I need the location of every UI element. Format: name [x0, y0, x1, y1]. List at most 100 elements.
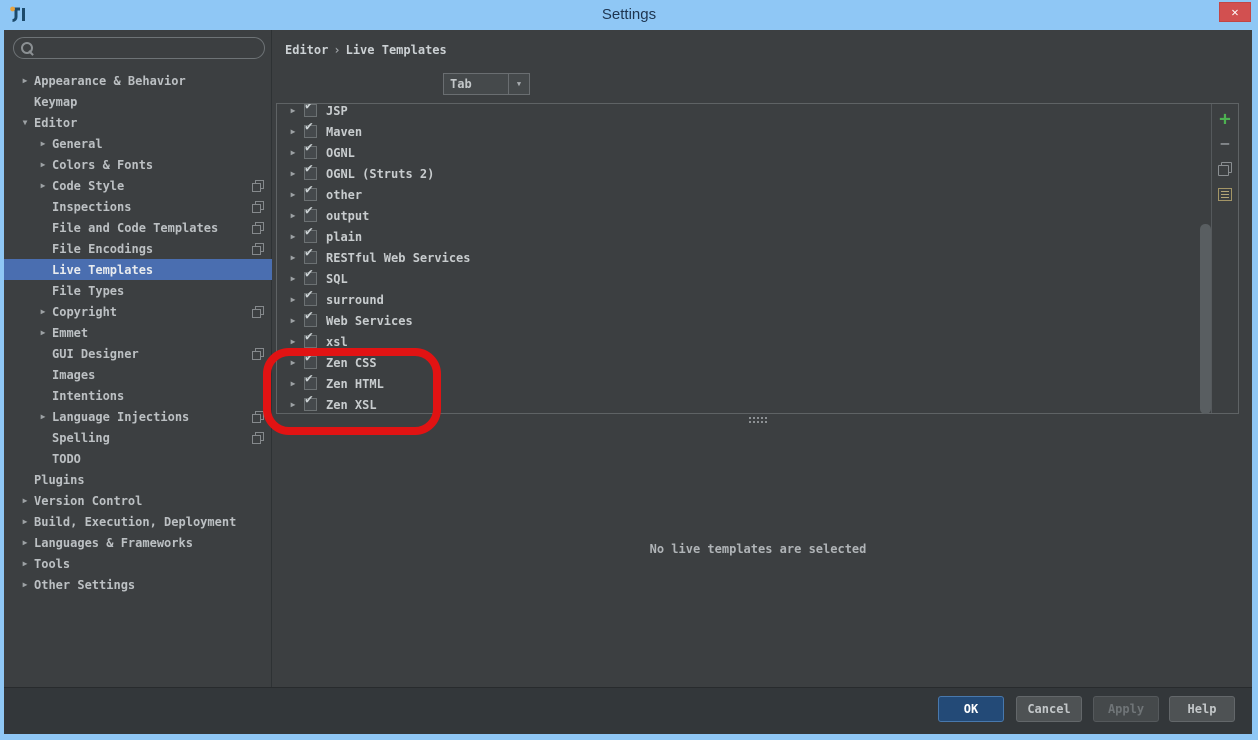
cancel-button[interactable]: Cancel: [1016, 696, 1082, 722]
breadcrumb-editor[interactable]: Editor: [285, 43, 328, 57]
chevron-collapsed-icon[interactable]: ▶: [285, 253, 301, 262]
chevron-collapsed-icon[interactable]: ▶: [285, 379, 301, 388]
remove-template-button[interactable]: −: [1215, 134, 1235, 154]
chevron-collapsed-icon[interactable]: ▶: [18, 76, 32, 85]
group-checkbox[interactable]: ✔: [304, 251, 317, 264]
template-group-row-sql[interactable]: ▶✔SQL: [277, 268, 1211, 289]
sidebar-item-spelling[interactable]: Spelling: [4, 427, 272, 448]
group-checkbox[interactable]: ✔: [304, 167, 317, 180]
group-checkbox[interactable]: ✔: [304, 272, 317, 285]
chevron-down-icon[interactable]: ▼: [508, 74, 529, 94]
apply-button[interactable]: Apply: [1093, 696, 1159, 722]
group-checkbox[interactable]: ✔: [304, 188, 317, 201]
sidebar-item-label: Languages & Frameworks: [34, 536, 193, 550]
template-group-row-other[interactable]: ▶✔other: [277, 184, 1211, 205]
sidebar-item-file-types[interactable]: File Types: [4, 280, 272, 301]
chevron-collapsed-icon[interactable]: ▶: [36, 160, 50, 169]
close-window-button[interactable]: ✕: [1219, 2, 1251, 22]
sidebar-item-file-encodings[interactable]: File Encodings: [4, 238, 272, 259]
group-checkbox[interactable]: ✔: [304, 293, 317, 306]
chevron-collapsed-icon[interactable]: ▶: [18, 517, 32, 526]
chevron-collapsed-icon[interactable]: ▶: [285, 232, 301, 241]
sidebar-item-code-style[interactable]: ▶Code Style: [4, 175, 272, 196]
group-checkbox[interactable]: ✔: [304, 356, 317, 369]
sidebar-item-inspections[interactable]: Inspections: [4, 196, 272, 217]
sidebar-item-keymap[interactable]: Keymap: [4, 91, 272, 112]
help-button[interactable]: Help: [1169, 696, 1235, 722]
sidebar-item-images[interactable]: Images: [4, 364, 272, 385]
chevron-collapsed-icon[interactable]: ▶: [18, 496, 32, 505]
splitter-drag-handle[interactable]: [747, 416, 769, 424]
chevron-collapsed-icon[interactable]: ▶: [36, 181, 50, 190]
sidebar-item-intentions[interactable]: Intentions: [4, 385, 272, 406]
sidebar-item-copyright[interactable]: ▶Copyright: [4, 301, 272, 322]
template-group-row-output[interactable]: ▶✔output: [277, 205, 1211, 226]
sidebar-item-todo[interactable]: TODO: [4, 448, 272, 469]
group-checkbox[interactable]: ✔: [304, 230, 317, 243]
template-group-row-zen-html[interactable]: ▶✔Zen HTML: [277, 373, 1211, 394]
chevron-collapsed-icon[interactable]: ▶: [36, 412, 50, 421]
chevron-collapsed-icon[interactable]: ▶: [285, 400, 301, 409]
chevron-collapsed-icon[interactable]: ▶: [285, 358, 301, 367]
add-template-button[interactable]: +: [1215, 109, 1235, 129]
vertical-scrollbar-thumb[interactable]: [1200, 224, 1211, 414]
chevron-collapsed-icon[interactable]: ▶: [285, 295, 301, 304]
sidebar-item-file-and-code-templates[interactable]: File and Code Templates: [4, 217, 272, 238]
template-group-row-surround[interactable]: ▶✔surround: [277, 289, 1211, 310]
sidebar-item-language-injections[interactable]: ▶Language Injections: [4, 406, 272, 427]
chevron-expanded-icon[interactable]: ▼: [18, 118, 32, 127]
sidebar-item-tools[interactable]: ▶Tools: [4, 553, 272, 574]
group-checkbox[interactable]: ✔: [304, 314, 317, 327]
chevron-collapsed-icon[interactable]: ▶: [285, 211, 301, 220]
chevron-collapsed-icon[interactable]: ▶: [36, 307, 50, 316]
group-checkbox[interactable]: ✔: [304, 335, 317, 348]
search-input[interactable]: [34, 41, 264, 55]
group-checkbox[interactable]: ✔: [304, 209, 317, 222]
sidebar-item-emmet[interactable]: ▶Emmet: [4, 322, 272, 343]
group-checkbox[interactable]: ✔: [304, 104, 317, 117]
chevron-collapsed-icon[interactable]: ▶: [285, 106, 301, 115]
template-group-row-restful-web-services[interactable]: ▶✔RESTful Web Services: [277, 247, 1211, 268]
template-group-row-ognl-struts-2[interactable]: ▶✔OGNL (Struts 2): [277, 163, 1211, 184]
chevron-collapsed-icon[interactable]: ▶: [18, 559, 32, 568]
sidebar-item-general[interactable]: ▶General: [4, 133, 272, 154]
chevron-collapsed-icon[interactable]: ▶: [285, 169, 301, 178]
sidebar-item-languages-frameworks[interactable]: ▶Languages & Frameworks: [4, 532, 272, 553]
restore-defaults-button[interactable]: [1215, 184, 1235, 204]
chevron-collapsed-icon[interactable]: ▶: [18, 580, 32, 589]
chevron-collapsed-icon[interactable]: ▶: [36, 328, 50, 337]
template-group-row-web-services[interactable]: ▶✔Web Services: [277, 310, 1211, 331]
sidebar-item-plugins[interactable]: Plugins: [4, 469, 272, 490]
template-group-row-xsl[interactable]: ▶✔xsl: [277, 331, 1211, 352]
chevron-collapsed-icon[interactable]: ▶: [285, 148, 301, 157]
group-checkbox[interactable]: ✔: [304, 398, 317, 411]
duplicate-template-button[interactable]: [1215, 159, 1235, 179]
chevron-collapsed-icon[interactable]: ▶: [285, 337, 301, 346]
template-group-row-zen-xsl[interactable]: ▶✔Zen XSL: [277, 394, 1211, 413]
sidebar-item-gui-designer[interactable]: GUI Designer: [4, 343, 272, 364]
group-checkbox[interactable]: ✔: [304, 377, 317, 390]
sidebar-item-other-settings[interactable]: ▶Other Settings: [4, 574, 272, 595]
chevron-collapsed-icon[interactable]: ▶: [285, 127, 301, 136]
group-checkbox[interactable]: ✔: [304, 125, 317, 138]
sidebar-item-colors-fonts[interactable]: ▶Colors & Fonts: [4, 154, 272, 175]
template-group-row-maven[interactable]: ▶✔Maven: [277, 121, 1211, 142]
sidebar-item-appearance-behavior[interactable]: ▶Appearance & Behavior: [4, 70, 272, 91]
settings-search-box[interactable]: [13, 37, 265, 59]
sidebar-item-live-templates[interactable]: Live Templates: [4, 259, 272, 280]
chevron-collapsed-icon[interactable]: ▶: [285, 274, 301, 283]
expand-with-combobox[interactable]: Tab ▼: [443, 73, 530, 95]
template-group-row-ognl[interactable]: ▶✔OGNL: [277, 142, 1211, 163]
template-group-row-zen-css[interactable]: ▶✔Zen CSS: [277, 352, 1211, 373]
sidebar-item-build-execution-deployment[interactable]: ▶Build, Execution, Deployment: [4, 511, 272, 532]
chevron-collapsed-icon[interactable]: ▶: [285, 316, 301, 325]
chevron-collapsed-icon[interactable]: ▶: [285, 190, 301, 199]
ok-button[interactable]: OK: [938, 696, 1004, 722]
template-group-row-jsp[interactable]: ▶✔JSP: [277, 104, 1211, 121]
group-checkbox[interactable]: ✔: [304, 146, 317, 159]
chevron-collapsed-icon[interactable]: ▶: [36, 139, 50, 148]
sidebar-item-editor[interactable]: ▼Editor: [4, 112, 272, 133]
sidebar-item-version-control[interactable]: ▶Version Control: [4, 490, 272, 511]
template-group-row-plain[interactable]: ▶✔plain: [277, 226, 1211, 247]
chevron-collapsed-icon[interactable]: ▶: [18, 538, 32, 547]
